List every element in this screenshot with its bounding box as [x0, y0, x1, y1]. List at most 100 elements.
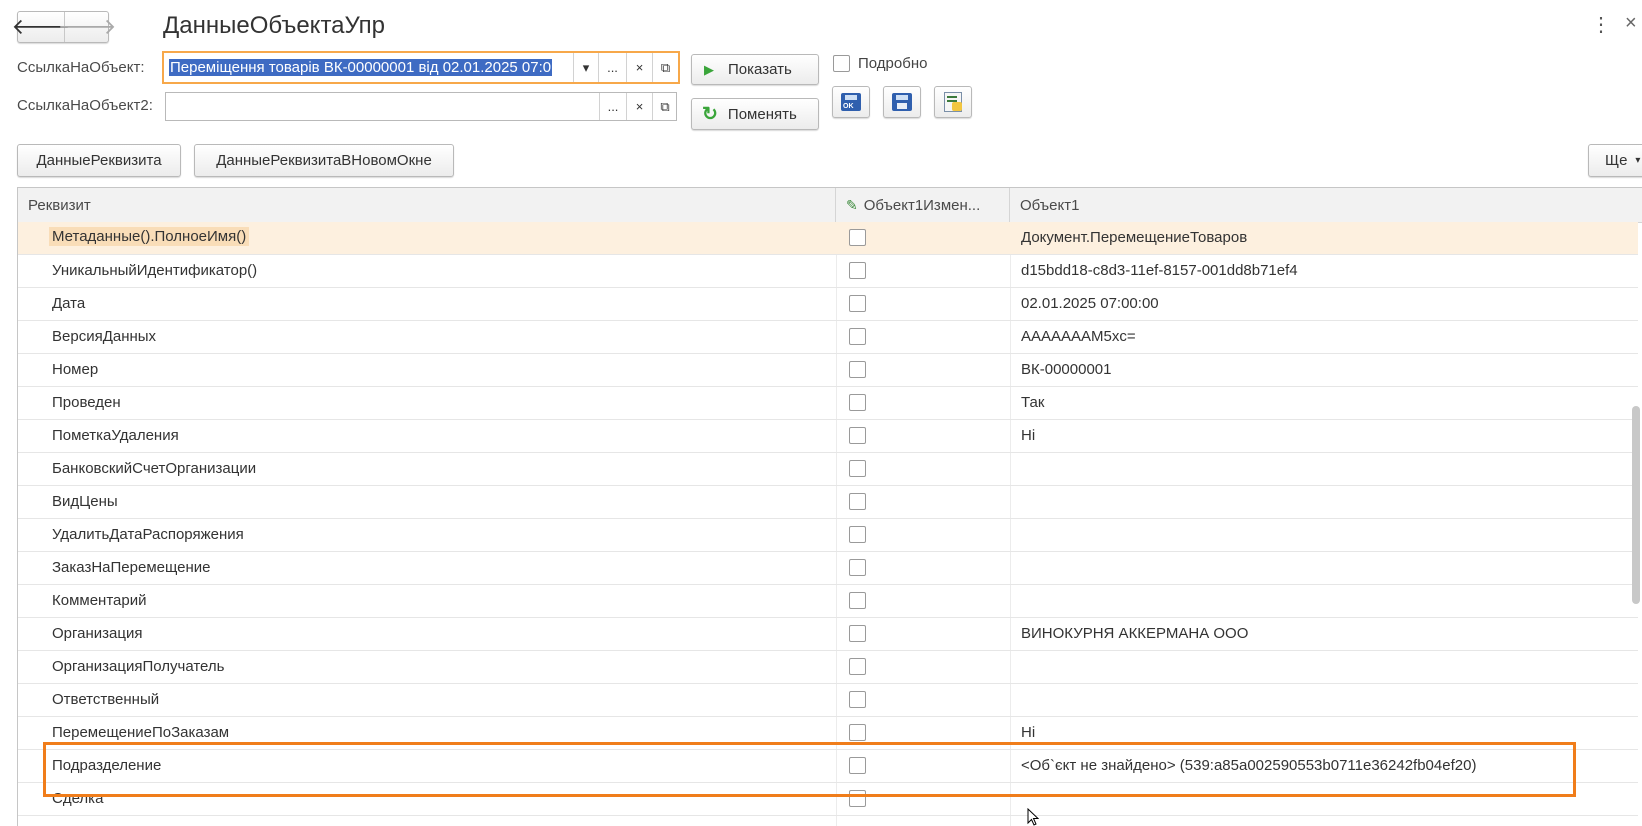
object1-value: Так [1021, 394, 1045, 411]
table-row[interactable]: Организация ВИНОКУРНЯ АККЕРМАНА ООО [18, 618, 1638, 651]
dropdown-button[interactable]: ▾ [573, 53, 598, 82]
ref1-value[interactable]: Переміщення товарів ВК-00000001 від 02.0… [169, 59, 553, 76]
table-header: Реквизит ✎ Объект1Измен... Объект1 [18, 188, 1642, 223]
table-row[interactable]: Номер ВК-00000001 [18, 354, 1638, 387]
object1-value: Документ.ПеремещениеТоваров [1021, 229, 1248, 246]
ref1-select-button[interactable]: ... [598, 53, 626, 82]
attribute-name: БанковскийСчетОрганизации [52, 460, 257, 477]
col-header-changed[interactable]: ✎ Объект1Измен... [836, 188, 1010, 222]
forward-button[interactable]: 🡒 [58, 12, 117, 42]
swap-button-label: Поменять [727, 105, 797, 123]
floppy-ok-icon: OK [841, 93, 861, 111]
annotation-highlight-box [43, 742, 1576, 797]
mouse-cursor-icon [1027, 808, 1040, 826]
changed-checkbox[interactable] [849, 592, 866, 609]
table-row[interactable]: Проведен Так [18, 387, 1638, 420]
attribute-name: Дата [52, 295, 86, 312]
attribute-name: Ответственный [52, 691, 160, 708]
floppy-icon [892, 93, 912, 111]
export-document-icon [944, 92, 962, 112]
ref2-label: СсылкаНаОбъект2: [17, 97, 153, 114]
attribute-name: ВерсияДанных [52, 328, 157, 345]
attribute-name: Организация [52, 625, 143, 642]
table-row[interactable]: ПометкаУдаления Ні [18, 420, 1638, 453]
col-header-object1[interactable]: Объект1 [1010, 188, 1638, 222]
more-button-label: Ще [1605, 152, 1628, 169]
changed-checkbox[interactable] [849, 328, 866, 345]
more-menu-icon[interactable]: ⋮ [1591, 12, 1611, 37]
changed-checkbox[interactable] [849, 262, 866, 279]
ref2-field[interactable]: ... × ⧉ [165, 92, 677, 121]
table-row[interactable]: УдалитьДатаРаспоряжения [18, 519, 1638, 552]
changed-checkbox[interactable] [849, 361, 866, 378]
ref1-open-button[interactable]: ⧉ [652, 53, 678, 82]
table-row[interactable]: ЗаказНаПеремещение [18, 552, 1638, 585]
ref2-select-button[interactable]: ... [599, 93, 626, 120]
show-button[interactable]: ▶ Показать [691, 54, 819, 85]
ref2-clear-button[interactable]: × [626, 93, 652, 120]
more-button[interactable]: Ще ▾ [1588, 144, 1642, 177]
close-icon[interactable]: × [1625, 12, 1637, 35]
changed-checkbox[interactable] [849, 658, 866, 675]
changed-checkbox[interactable] [849, 295, 866, 312]
vertical-scrollbar[interactable] [1632, 406, 1640, 604]
changed-checkbox[interactable] [849, 724, 866, 741]
table-row[interactable]: ВерсияДанных AAAAAAAM5xc= [18, 321, 1638, 354]
attribute-name: УдалитьДатаРаспоряжения [52, 526, 244, 543]
col-header-attribute[interactable]: Реквизит [18, 188, 836, 222]
ref1-label: СсылкаНаОбъект: [17, 59, 145, 76]
changed-checkbox[interactable] [849, 394, 866, 411]
save-button[interactable] [883, 86, 921, 118]
col-header-changed-label: Объект1Измен... [863, 196, 981, 214]
chevron-down-icon: ▾ [582, 59, 590, 75]
nav-buttons: 🡐 🡒 [12, 11, 117, 43]
changed-checkbox[interactable] [849, 691, 866, 708]
table-row[interactable]: Метаданные().ПолноеИмя() Документ.Перемещ… [18, 222, 1638, 255]
table-row[interactable]: ОрганизацияПолучатель [18, 651, 1638, 684]
changed-checkbox[interactable] [849, 427, 866, 444]
changed-checkbox[interactable] [849, 559, 866, 576]
attr-data-new-window-button[interactable]: ДанныеРеквизитаВНовомОкне [194, 144, 454, 177]
attr-data-button[interactable]: ДанныеРеквизита [17, 144, 181, 177]
attribute-name: ПометкаУдаления [52, 427, 179, 444]
object1-value: Ні [1021, 427, 1036, 444]
ref1-field[interactable]: Переміщення товарів ВК-00000001 від 02.0… [162, 51, 680, 84]
clear-icon: × [635, 60, 644, 75]
window-title: ДанныеОбъектаУпр [163, 12, 386, 39]
table-row[interactable]: Дата 02.01.2025 07:00:00 [18, 288, 1638, 321]
object1-value: Ні [1021, 724, 1036, 741]
arrow-right-icon: 🡒 [57, 14, 117, 39]
object1-value: AAAAAAAM5xc= [1021, 328, 1136, 345]
export-button[interactable] [934, 86, 972, 118]
detail-label[interactable]: Подробно [858, 55, 927, 72]
open-window-icon: ⧉ [660, 98, 670, 114]
ref2-open-button[interactable]: ⧉ [652, 93, 677, 120]
chevron-down-icon: ▾ [1635, 155, 1641, 166]
ref1-clear-button[interactable]: × [626, 53, 652, 82]
clear-icon: × [635, 99, 644, 114]
attribute-name: УникальныйИдентификатор() [52, 262, 258, 279]
refresh-icon: ↻ [702, 103, 718, 125]
attribute-name: ОрганизацияПолучатель [52, 658, 225, 675]
attribute-name: ПеремещениеПоЗаказам [52, 724, 230, 741]
table-row[interactable]: Ответственный [18, 684, 1638, 717]
table-row[interactable]: ВидЦены [18, 486, 1638, 519]
attribute-name: Комментарий [52, 592, 147, 609]
attribute-name: Метаданные().ПолноеИмя() [49, 227, 250, 246]
table-row[interactable]: Комментарий [18, 585, 1638, 618]
changed-checkbox[interactable] [849, 625, 866, 642]
table-row[interactable]: УникальныйИдентификатор() d15bdd18-c8d3-1… [18, 255, 1638, 288]
changed-checkbox[interactable] [849, 526, 866, 543]
changed-checkbox[interactable] [849, 229, 866, 246]
detail-checkbox[interactable] [833, 55, 850, 72]
attribute-name: ВидЦены [52, 493, 118, 510]
table-row[interactable]: БанковскийСчетОрганизации [18, 453, 1638, 486]
changed-checkbox[interactable] [849, 493, 866, 510]
object1-value: ВИНОКУРНЯ АККЕРМАНА ООО [1021, 625, 1249, 642]
open-window-icon: ⧉ [660, 59, 671, 75]
swap-button[interactable]: ↻ Поменять [691, 98, 819, 130]
changed-checkbox[interactable] [849, 460, 866, 477]
save-ok-button[interactable]: OK [832, 86, 870, 118]
play-icon: ▶ [704, 61, 714, 77]
object1-value: ВК-00000001 [1021, 361, 1112, 378]
